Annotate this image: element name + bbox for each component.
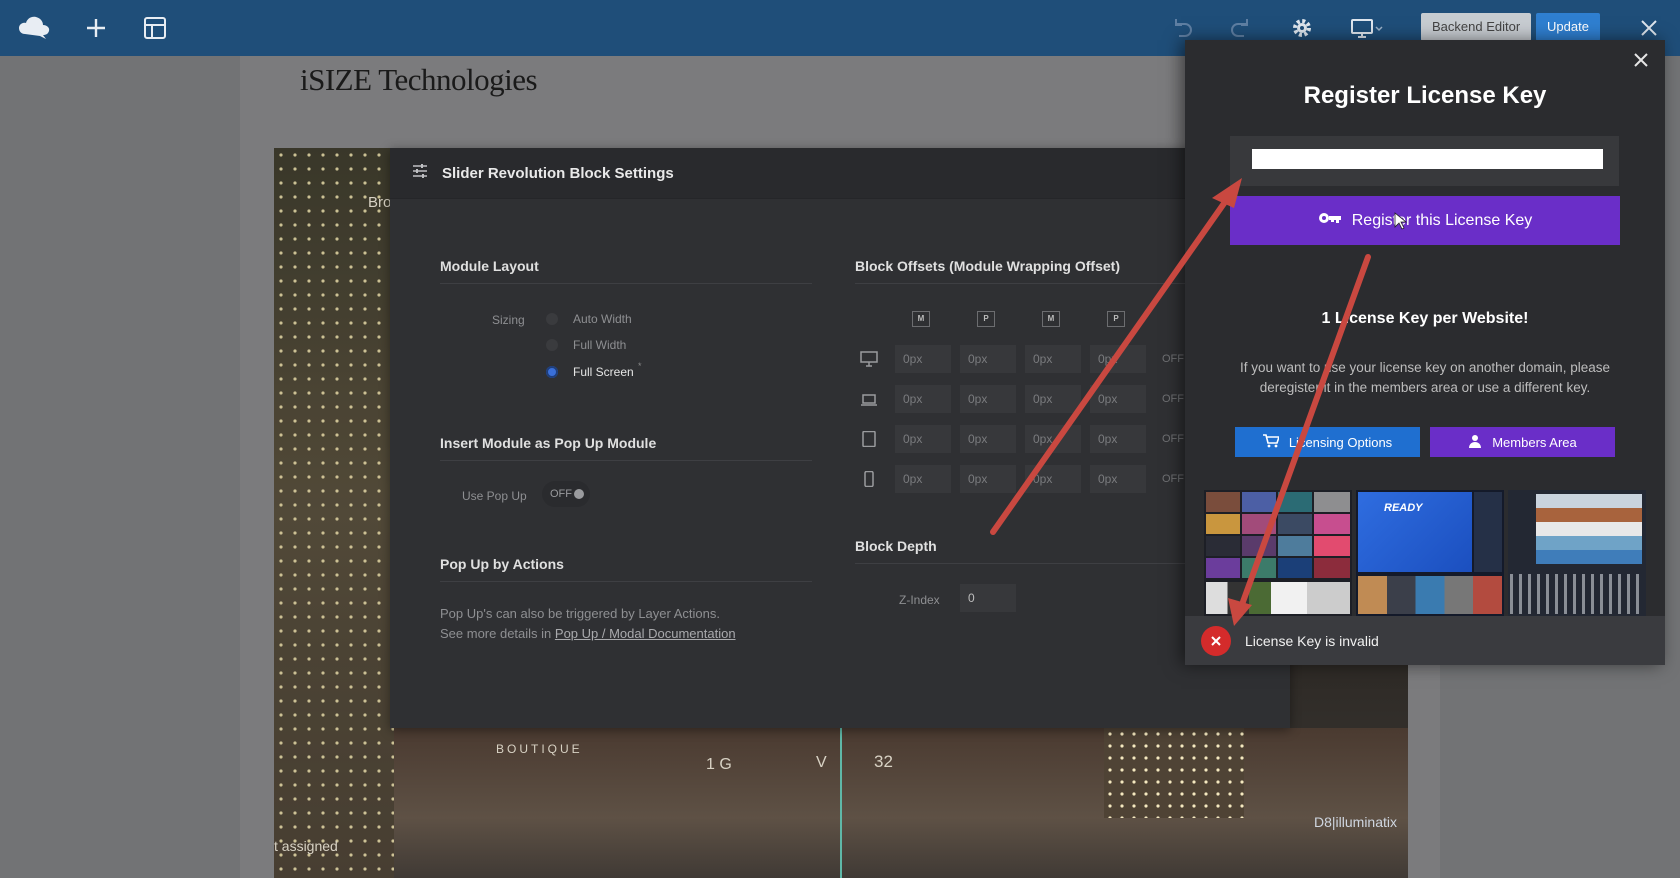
offset-tablet-toggle[interactable]: OFF [1162, 433, 1184, 445]
key-icon [1318, 211, 1342, 230]
offset-laptop-padding-left[interactable]: 0px [1090, 385, 1146, 413]
sizing-label: Sizing [492, 313, 525, 327]
divider [440, 460, 812, 461]
offset-tablet-margin-bottom[interactable]: 0px [1025, 425, 1081, 453]
use-popup-toggle-text: OFF [550, 488, 572, 500]
error-toast: License Key is invalid [1185, 616, 1665, 665]
licensing-options-label: Licensing Options [1288, 434, 1393, 450]
popup-documentation-link[interactable]: Pop Up / Modal Documentation [555, 626, 736, 641]
shop-lights [1104, 728, 1244, 818]
offset-desktop-toggle[interactable]: OFF [1162, 353, 1184, 365]
offset-desktop-padding-right[interactable]: 0px [960, 345, 1016, 373]
offset-mobile-toggle[interactable]: OFF [1162, 473, 1184, 485]
offset-mobile-margin-bottom[interactable]: 0px [1025, 465, 1081, 493]
offset-tablet-padding-left[interactable]: 0px [1090, 425, 1146, 453]
margin-bottom-icon: M [1042, 311, 1060, 327]
register-button-label: Register this License Key [1351, 211, 1533, 229]
panel-header: Slider Revolution Block Settings [390, 148, 1290, 199]
license-info-text: If you want to use your license key on a… [1240, 360, 1610, 395]
offset-laptop-toggle[interactable]: OFF [1162, 393, 1184, 405]
padding-right-icon: P [977, 311, 995, 327]
full-width-radio[interactable] [546, 339, 558, 351]
template-thumbnails: READY [1204, 490, 1646, 616]
thumbnail-collage-1 [1204, 490, 1352, 616]
auto-width-label[interactable]: Auto Width [573, 312, 632, 326]
media-text-bro: Bro [368, 194, 392, 211]
license-key-input[interactable] [1252, 149, 1603, 169]
media-text-sign-one: 1 G [706, 756, 732, 773]
offset-mobile-padding-right[interactable]: 0px [960, 465, 1016, 493]
licensing-options-button[interactable]: Licensing Options [1235, 427, 1420, 457]
offset-desktop-margin-bottom[interactable]: 0px [1025, 345, 1081, 373]
full-screen-radio[interactable] [546, 366, 558, 378]
toggle-knob [574, 489, 584, 499]
backend-editor-button[interactable]: Backend Editor [1421, 13, 1532, 41]
module-layout-title: Module Layout [440, 258, 539, 274]
desktop-icon [860, 351, 878, 367]
register-license-modal: Register License Key Register this Licen… [1185, 40, 1665, 665]
media-text-sign-32: 32 [874, 752, 893, 771]
timeline-marker [840, 728, 842, 878]
block-offsets-title: Block Offsets (Module Wrapping Offset) [855, 258, 1120, 274]
media-text-sign-v: V [816, 754, 827, 771]
full-width-label[interactable]: Full Width [573, 338, 626, 352]
popup-desc-line1: Pop Up's can also be triggered by Layer … [440, 606, 720, 621]
thumbnail-collage-2 [1508, 490, 1646, 616]
popup-desc-prefix: See more details in [440, 626, 555, 641]
members-area-button[interactable]: Members Area [1430, 427, 1615, 457]
use-popup-label: Use Pop Up [462, 489, 527, 503]
margin-top-icon: M [912, 311, 930, 327]
update-button[interactable]: Update [1536, 13, 1600, 41]
members-area-label: Members Area [1492, 434, 1577, 450]
error-toast-message: License Key is invalid [1245, 632, 1379, 649]
add-block-icon[interactable] [80, 12, 112, 44]
site-title: iSIZE Technologies [300, 62, 538, 97]
wordpress-logo-icon[interactable] [16, 12, 54, 44]
popup-desc-line2: See more details in Pop Up / Modal Docum… [440, 624, 736, 644]
modal-title: Register License Key [1303, 82, 1547, 109]
divider [440, 581, 812, 582]
laptop-icon [860, 392, 878, 408]
mobile-icon [860, 470, 878, 488]
offset-laptop-margin-top[interactable]: 0px [895, 385, 951, 413]
media-text-assigned: t assigned [274, 838, 338, 854]
panel-title: Slider Revolution Block Settings [442, 164, 674, 182]
offset-tablet-padding-right[interactable]: 0px [960, 425, 1016, 453]
popup-actions-title: Pop Up by Actions [440, 556, 564, 572]
offset-laptop-margin-bottom[interactable]: 0px [1025, 385, 1081, 413]
one-key-per-website-heading: 1 License Key per Website! [1321, 310, 1529, 327]
tablet-icon [860, 430, 878, 448]
watermark-text: D8|illuminatix [1314, 814, 1397, 830]
z-index-label: Z-Index [899, 593, 940, 607]
asterisk-mark: * [638, 361, 642, 371]
register-license-button[interactable]: Register this License Key [1230, 196, 1620, 245]
string-lights [274, 148, 394, 878]
license-key-field-wrap [1230, 136, 1619, 186]
divider [440, 283, 812, 284]
error-icon [1201, 625, 1231, 656]
z-index-input[interactable]: 0 [960, 584, 1016, 612]
media-text-boutique: BOUTIQUE [496, 742, 583, 756]
cart-icon [1262, 433, 1280, 451]
offset-desktop-padding-left[interactable]: 0px [1090, 345, 1146, 373]
offset-desktop-margin-top[interactable]: 0px [895, 345, 951, 373]
auto-width-radio[interactable] [546, 313, 558, 325]
popup-module-title: Insert Module as Pop Up Module [440, 435, 657, 451]
use-popup-toggle[interactable]: OFF [542, 481, 590, 507]
thumbnail-ready-template: READY [1356, 490, 1504, 616]
block-depth-title: Block Depth [855, 538, 937, 554]
offset-tablet-margin-top[interactable]: 0px [895, 425, 951, 453]
block-settings-panel: Slider Revolution Block Settings Module … [390, 148, 1290, 728]
modal-close-icon[interactable] [1629, 48, 1653, 72]
thumb-ready-text: READY [1384, 502, 1423, 514]
padding-left-icon: P [1107, 311, 1125, 327]
full-screen-label[interactable]: Full Screen [573, 365, 634, 379]
sliders-icon [412, 163, 428, 184]
offset-mobile-padding-left[interactable]: 0px [1090, 465, 1146, 493]
offset-mobile-margin-top[interactable]: 0px [895, 465, 951, 493]
layout-icon[interactable] [139, 12, 171, 44]
user-icon [1468, 434, 1482, 451]
popup-actions-description: Pop Up's can also be triggered by Layer … [440, 604, 736, 644]
offset-laptop-padding-right[interactable]: 0px [960, 385, 1016, 413]
